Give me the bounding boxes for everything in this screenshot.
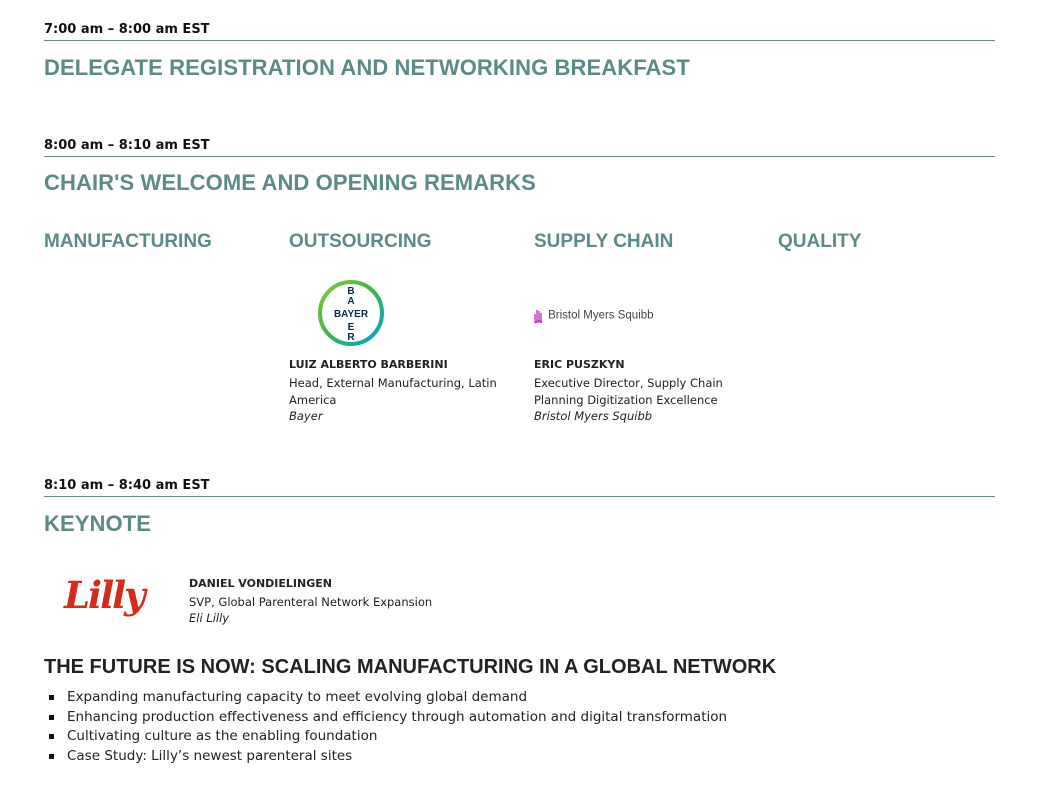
speaker-role: SVP, Global Parenteral Network Expansion [189,595,433,609]
track-manufacturing[interactable]: MANUFACTURING [44,231,212,253]
list-item: Cultivating culture as the enabling foun… [44,727,727,747]
track-outsourcing[interactable]: OUTSOURCING [289,231,432,253]
bayer-logo-text: BAYER [334,309,369,320]
speaker-role: Executive Director, Supply Chain Plannin… [534,376,723,407]
bms-logo: Bristol Myers Squibb [534,305,654,323]
svg-text:R: R [347,332,355,343]
svg-text:A: A [347,296,354,307]
lilly-logo: Lilly [64,573,146,617]
bms-hand-icon [534,309,543,323]
speaker-org: Eli Lilly [189,611,230,625]
track-quality[interactable]: QUALITY [778,231,861,253]
bayer-logo: BAYER B A E R [318,280,384,346]
session-title: DELEGATE REGISTRATION AND NETWORKING BRE… [44,55,690,80]
speaker-name: LUIZ ALBERTO BARBERINI [289,358,448,371]
session-title: KEYNOTE [44,511,152,536]
list-item: Case Study: Lilly’s newest parenteral si… [44,747,727,767]
speaker-role: Head, External Manufacturing, Latin Amer… [289,376,497,407]
talk-bullets: Expanding manufacturing capacity to meet… [44,688,727,766]
list-item: Enhancing production effectiveness and e… [44,708,727,728]
session-time: 8:00 am – 8:10 am EST [44,138,995,157]
speaker-org: Bayer [289,409,323,423]
speaker-name: ERIC PUSZKYN [534,358,625,371]
speaker-name: DANIEL VONDIELINGEN [189,577,332,590]
track-supply-chain[interactable]: SUPPLY CHAIN [534,231,673,253]
session-time: 7:00 am – 8:00 am EST [44,22,995,41]
session-title: CHAIR'S WELCOME AND OPENING REMARKS [44,170,536,195]
list-item: Expanding manufacturing capacity to meet… [44,688,727,708]
speaker-org: Bristol Myers Squibb [534,409,653,423]
session-time: 8:10 am – 8:40 am EST [44,478,995,497]
talk-title: THE FUTURE IS NOW: SCALING MANUFACTURING… [44,656,777,678]
